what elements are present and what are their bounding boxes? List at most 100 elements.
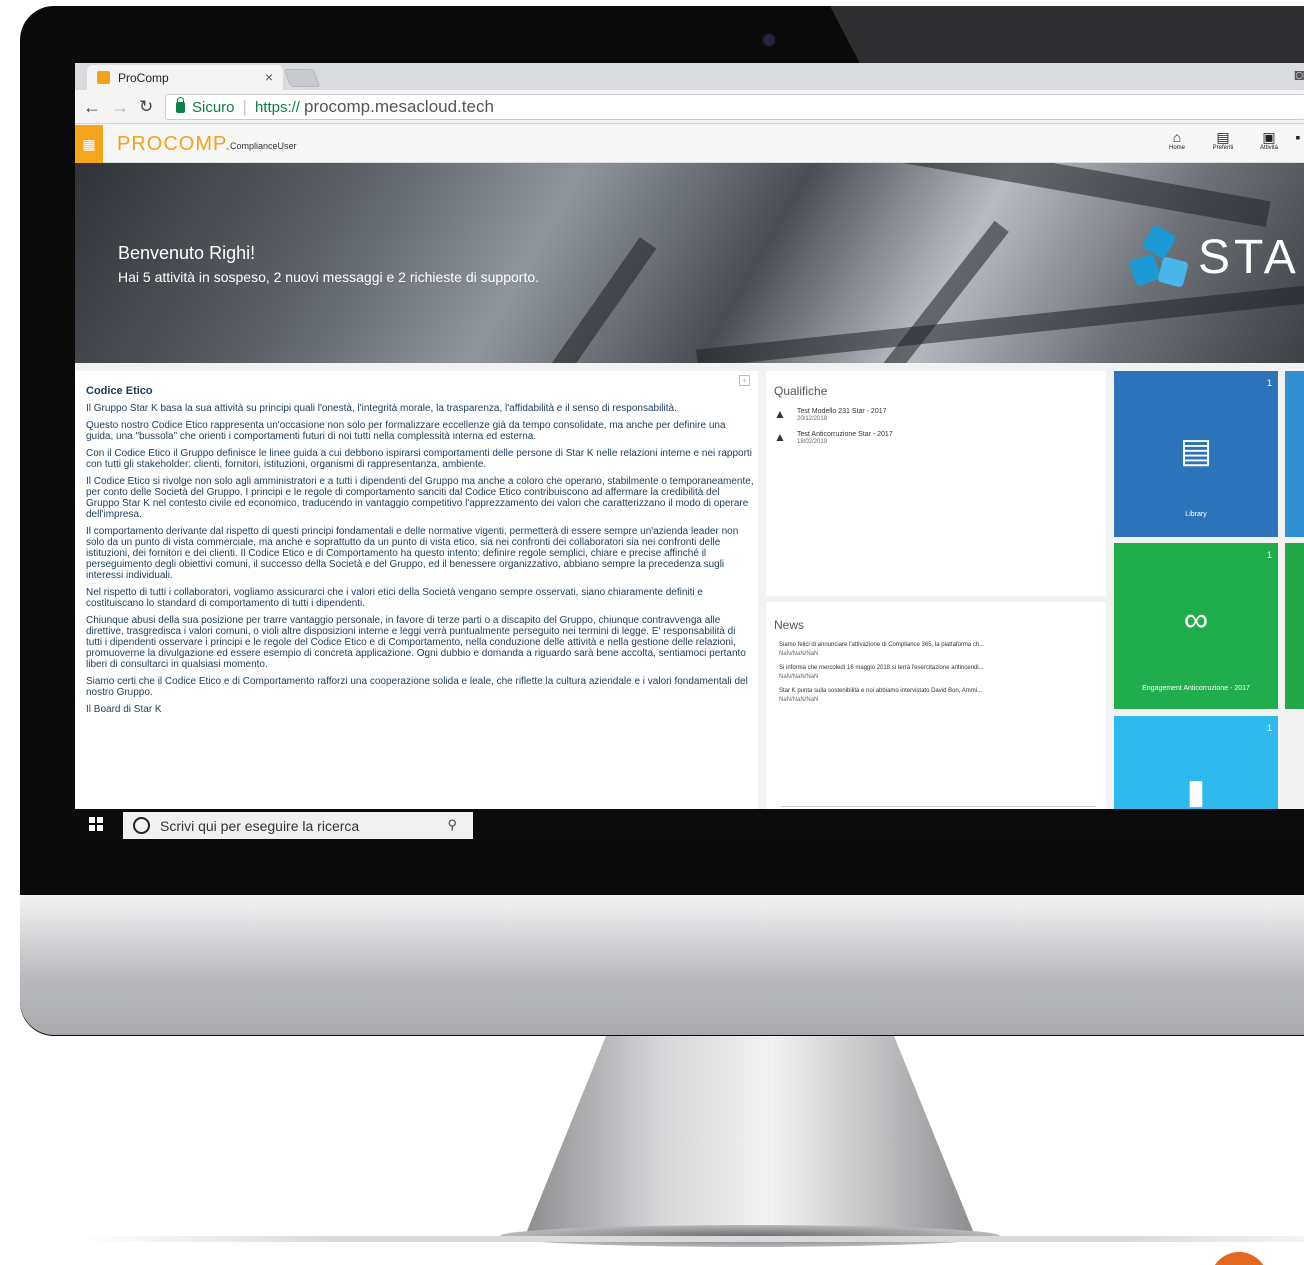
welcome-subtitle: Hai 5 attività in sospeso, 2 nuovi messa… bbox=[118, 269, 540, 285]
bezel-glare bbox=[830, 6, 1304, 66]
new-tab-button[interactable] bbox=[283, 69, 321, 87]
news-meta: NaN/NaN/NaN bbox=[779, 651, 819, 657]
expand-icon[interactable]: + bbox=[739, 375, 750, 386]
nav-activities-label: Attività bbox=[1259, 145, 1278, 151]
code-paragraph: Questo nostro Codice Etico rappresenta u… bbox=[86, 420, 726, 442]
code-paragraph: Con il Codice Etico il Gruppo definisce … bbox=[86, 448, 752, 470]
news-text: Siamo felici di annunciare l'attivazione… bbox=[779, 642, 985, 648]
back-arrow-icon[interactable]: ← bbox=[83, 97, 101, 118]
tile-label: Library bbox=[1185, 511, 1207, 518]
more-icon: ▪ bbox=[1295, 129, 1301, 145]
browser-address-bar: ← → ↻ Sicuro | https:// procomp.mesaclou… bbox=[75, 90, 1304, 124]
qualification-date: 20/12/2018 bbox=[797, 416, 828, 422]
welcome-title: Benvenuto Righi! bbox=[118, 243, 256, 263]
news-meta: NaN/NaN/NaN bbox=[779, 697, 819, 703]
windows-start-icon[interactable] bbox=[89, 817, 103, 831]
photo-stage: ProComp × ◙ ← → ↻ Sicuro | https:// proc… bbox=[0, 0, 1304, 1265]
library-icon: ▤ bbox=[1179, 432, 1213, 470]
url-field[interactable]: Sicuro | https:// procomp.mesacloud.tech bbox=[165, 94, 1304, 120]
orange-circle bbox=[1210, 1252, 1268, 1265]
reload-icon[interactable]: ↻ bbox=[139, 97, 153, 117]
qualification-item[interactable]: ▲ Test Modello 231 Star - 2017 20/12/201… bbox=[774, 407, 1098, 422]
star-logo: STA bbox=[1128, 224, 1300, 288]
code-paragraph: Il comportamento derivante dal rispetto … bbox=[86, 526, 739, 581]
hero-banner: Benvenuto Righi! Hai 5 attività in sospe… bbox=[75, 163, 1304, 363]
cortana-icon bbox=[133, 817, 150, 834]
top-nav: ⌂ Home ▤ Preferiti ▣ Attività ▪ bbox=[1154, 129, 1304, 151]
nav-more[interactable]: ▪ bbox=[1292, 129, 1304, 151]
favorites-icon: ▤ bbox=[1216, 129, 1230, 145]
code-of-ethics-panel: + Codice Etico Il Gruppo Star K basa la … bbox=[75, 371, 758, 811]
tile-engagement[interactable]: 1 ∞ Engagement Anticorruzione - 2017 bbox=[1114, 543, 1278, 709]
monitor-stand bbox=[525, 1036, 975, 1236]
camera-icon bbox=[764, 35, 774, 45]
url-scheme: https:// bbox=[254, 98, 300, 116]
nav-home[interactable]: ⌂ Home bbox=[1154, 129, 1200, 151]
url-host: procomp.mesacloud.tech bbox=[303, 97, 494, 116]
news-text: Star K punta sulla sostenibilità e noi a… bbox=[779, 688, 983, 694]
tab-close-icon[interactable]: × bbox=[265, 69, 273, 85]
tile-count: 1 bbox=[1266, 723, 1272, 733]
tile-label: Engagement Anticorruzione - 2017 bbox=[1142, 685, 1250, 692]
code-paragraph: Il Codice Etico si rivolge non solo agli… bbox=[86, 476, 754, 520]
microphone-icon[interactable]: ⚲ bbox=[447, 817, 457, 833]
qualification-name: Test Anticorruzione Star - 2017 bbox=[797, 431, 893, 438]
news-divider bbox=[781, 806, 1096, 807]
browser-tab-bar: ProComp × ◙ bbox=[75, 63, 1304, 90]
nav-favorites[interactable]: ▤ Preferiti bbox=[1200, 129, 1246, 151]
hero-beam bbox=[695, 276, 1304, 363]
star-logo-text: STA bbox=[1198, 230, 1300, 284]
qualifications-panel: Qualifiche ▲ Test Modello 231 Star - 201… bbox=[766, 371, 1106, 596]
current-user: ComplianceUser bbox=[230, 141, 297, 151]
forward-arrow-icon[interactable]: → bbox=[111, 97, 129, 118]
nav-home-label: Home bbox=[1168, 145, 1185, 151]
paperclip-icon: ∞ bbox=[1183, 601, 1209, 639]
news-title: News bbox=[774, 618, 805, 632]
lock-icon bbox=[176, 96, 185, 113]
nav-favorites-label: Preferiti bbox=[1212, 145, 1234, 151]
qualification-date: 18/02/2019 bbox=[797, 439, 828, 445]
monitor-screen: ProComp × ◙ ← → ↻ Sicuro | https:// proc… bbox=[75, 63, 1304, 839]
tab-title: ProComp bbox=[118, 70, 169, 85]
procomp-favicon-icon bbox=[97, 71, 110, 84]
monitor-chin bbox=[20, 895, 1304, 1035]
star-logo-icon bbox=[1128, 224, 1190, 288]
institution-icon: ▲ bbox=[774, 430, 786, 444]
qualification-name: Test Modello 231 Star - 2017 bbox=[797, 408, 887, 415]
dashboard-content: + Codice Etico Il Gruppo Star K basa la … bbox=[75, 363, 1304, 839]
institution-icon: ▲ bbox=[774, 407, 786, 421]
url-separator: | bbox=[242, 97, 247, 116]
code-paragraph: Chiunque abusi della sua posizione per t… bbox=[86, 615, 746, 670]
browser-tab[interactable]: ProComp × bbox=[87, 65, 283, 90]
code-signature: Il Board di Star K bbox=[86, 704, 162, 715]
taskbar-search-input[interactable]: Scrivi qui per eseguire la ricerca ⚲ bbox=[123, 812, 473, 839]
news-text: Si informa che mercoledì 16 maggio 2018 … bbox=[779, 665, 984, 671]
code-paragraph: Nel rispetto di tutti i collaboratori, v… bbox=[86, 587, 703, 609]
windows-taskbar: Scrivi qui per eseguire la ricerca ⚲ bbox=[75, 809, 1304, 839]
tile-partial[interactable] bbox=[1285, 371, 1304, 537]
tile-partial[interactable] bbox=[1285, 543, 1304, 709]
code-of-ethics-title: Codice Etico bbox=[86, 385, 153, 397]
qualification-item[interactable]: ▲ Test Anticorruzione Star - 2017 18/02/… bbox=[774, 430, 1098, 445]
qualifications-title: Qualifiche bbox=[774, 384, 828, 398]
document-icon: ▮ bbox=[1186, 773, 1206, 811]
secure-label: Sicuro bbox=[192, 98, 235, 116]
hero-beam bbox=[379, 163, 1271, 227]
code-paragraph: Siamo certi che il Codice Etico e di Com… bbox=[86, 676, 748, 698]
tile-count: 1 bbox=[1266, 550, 1272, 560]
home-icon: ⌂ bbox=[1172, 129, 1182, 145]
news-item[interactable]: Siamo felici di annunciare l'attivazione… bbox=[779, 641, 1098, 659]
tile-library[interactable]: 1 ▤ Library bbox=[1114, 371, 1278, 537]
nav-activities[interactable]: ▣ Attività bbox=[1246, 129, 1292, 151]
profile-icon[interactable]: ◙ bbox=[1294, 67, 1304, 85]
news-panel: News Siamo felici di annunciare l'attiva… bbox=[766, 602, 1106, 812]
news-meta: NaN/NaN/NaN bbox=[779, 674, 819, 680]
procomp-logo[interactable]: PROCOMP. bbox=[117, 133, 231, 156]
news-item[interactable]: Star K punta sulla sostenibilità e noi a… bbox=[779, 687, 1098, 705]
taskbar-search-placeholder: Scrivi qui per eseguire la ricerca bbox=[160, 817, 360, 834]
code-paragraph: Il Gruppo Star K basa la sua attività su… bbox=[86, 403, 677, 414]
app-grid-icon[interactable]: ▦ bbox=[75, 125, 103, 163]
tile-count: 1 bbox=[1266, 378, 1272, 388]
app-toolbar: ▦ PROCOMP. ComplianceUser ⌂ Home ▤ Prefe… bbox=[75, 125, 1304, 163]
news-item[interactable]: Si informa che mercoledì 16 maggio 2018 … bbox=[779, 664, 1098, 682]
